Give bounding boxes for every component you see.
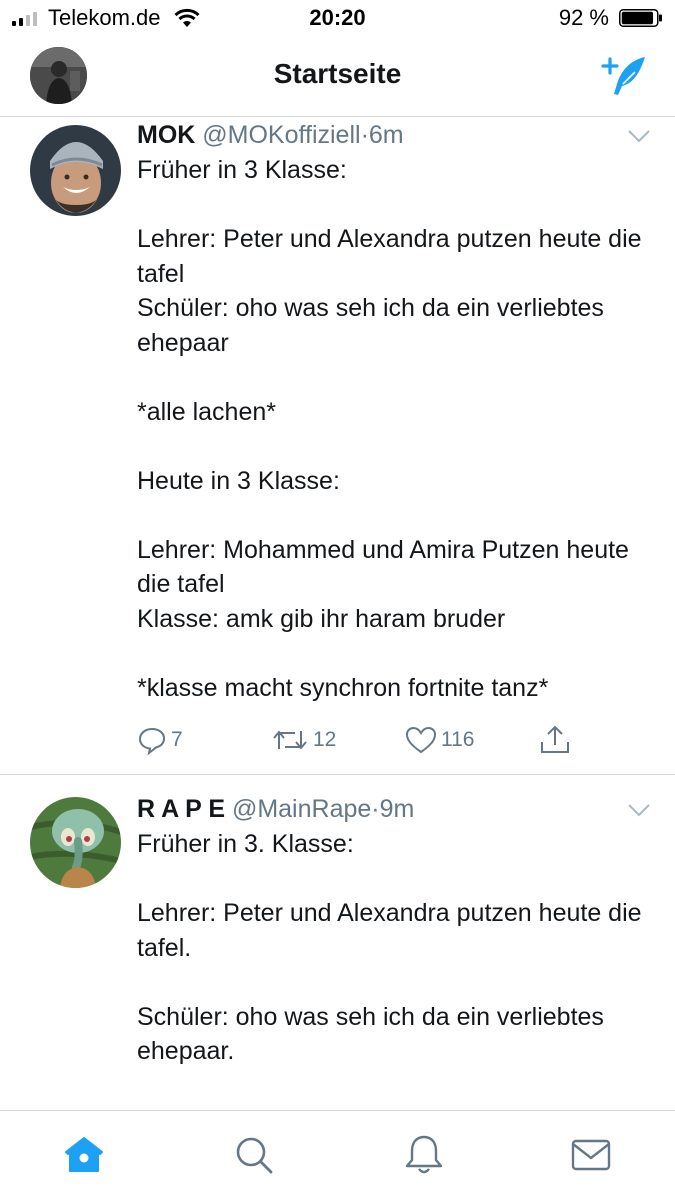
tweet-header: R A P E @MainRape·9m xyxy=(137,791,655,827)
separator-dot: · xyxy=(360,121,369,149)
tweet[interactable]: MOK @MOKoffiziell·6m Früher in 3 Klasse:… xyxy=(0,117,675,774)
reply-button[interactable]: 7 xyxy=(137,725,183,755)
author-name[interactable]: MOK xyxy=(137,121,195,149)
page-title: Startseite xyxy=(273,58,402,89)
mail-icon[interactable] xyxy=(569,1133,613,1177)
share-button[interactable] xyxy=(539,725,571,755)
reply-icon xyxy=(138,727,166,755)
home-icon[interactable] xyxy=(62,1133,106,1177)
retweet-count: 12 xyxy=(313,728,337,751)
tweet-header: MOK @MOKoffiziell·6m xyxy=(137,117,655,153)
tweet-avatar[interactable] xyxy=(30,125,121,216)
tweet-avatar[interactable] xyxy=(30,797,121,888)
author-name[interactable]: R A P E xyxy=(137,795,225,823)
top-navigation-bar: Startseite xyxy=(0,38,675,117)
tweet-timestamp: 6m xyxy=(368,121,404,149)
search-icon[interactable] xyxy=(232,1133,276,1177)
tweet-text: Früher in 3 Klasse: Lehrer: Peter und Al… xyxy=(137,156,642,702)
tweet-divider xyxy=(0,774,675,775)
heart-icon xyxy=(405,726,437,754)
tweet-actions: 7 12 116 xyxy=(137,725,655,765)
like-button[interactable]: 116 xyxy=(405,725,474,755)
author-handle[interactable]: @MainRape xyxy=(232,795,371,823)
reply-count: 7 xyxy=(171,728,183,751)
author-photo-icon xyxy=(30,797,121,888)
battery-percent: 92 % xyxy=(558,5,609,30)
battery-icon xyxy=(619,9,662,27)
status-bar: Telekom.de 20:20 92 % xyxy=(0,0,675,38)
author-handle[interactable]: @MOKoffiziell xyxy=(202,121,360,149)
retweet-button[interactable]: 12 xyxy=(271,725,336,755)
bell-icon[interactable] xyxy=(402,1133,446,1177)
bottom-tab-bar xyxy=(0,1110,675,1201)
compose-tweet-icon[interactable] xyxy=(601,54,649,98)
tweet-text: Früher in 3. Klasse: Lehrer: Peter und A… xyxy=(137,830,642,1065)
author-photo-icon xyxy=(30,125,121,216)
retweet-icon xyxy=(273,730,307,750)
tweet[interactable]: R A P E @MainRape·9m Früher in 3. Klasse… xyxy=(0,791,675,1111)
share-icon xyxy=(541,725,569,753)
chevron-down-icon[interactable] xyxy=(627,803,651,817)
like-count: 116 xyxy=(441,728,475,751)
tweet-timestamp: 9m xyxy=(379,795,415,823)
chevron-down-icon[interactable] xyxy=(627,129,651,143)
separator-dot: · xyxy=(371,795,380,823)
